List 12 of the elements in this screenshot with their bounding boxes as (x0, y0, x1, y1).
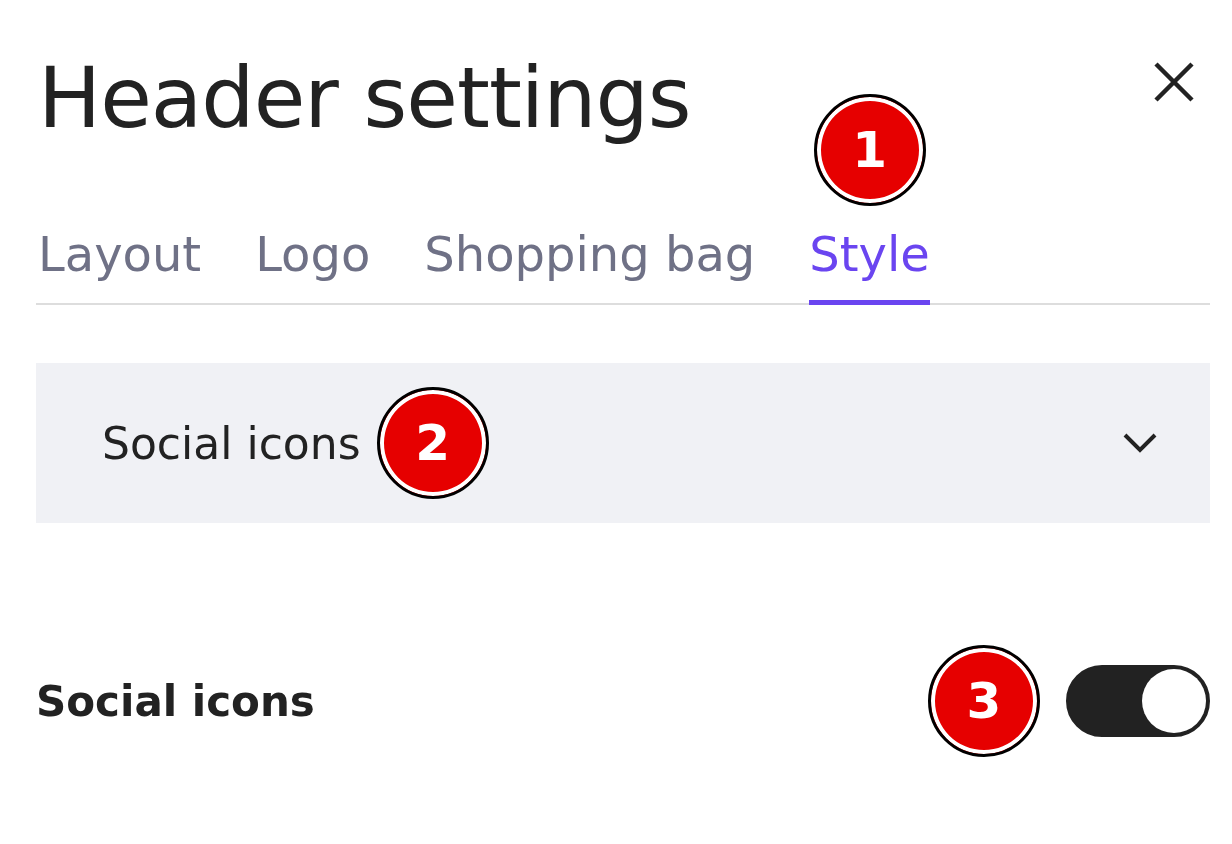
setting-label: Social icons (36, 676, 315, 726)
tab[interactable]: Layout (38, 230, 202, 306)
number-badge: 2 (376, 387, 489, 500)
tab[interactable]: Shopping bag (424, 230, 756, 306)
accordion-header[interactable]: Social icons 2 (36, 363, 1210, 524)
panel-title: Header settings (37, 52, 691, 145)
number-badge: 1 (813, 94, 926, 207)
tab[interactable]: Logo (255, 230, 371, 306)
chevron-icon (1122, 432, 1158, 455)
accordion-title: Social icons (102, 417, 361, 469)
number-badge: 3 (928, 645, 1040, 758)
close-icon[interactable] (1152, 60, 1196, 104)
